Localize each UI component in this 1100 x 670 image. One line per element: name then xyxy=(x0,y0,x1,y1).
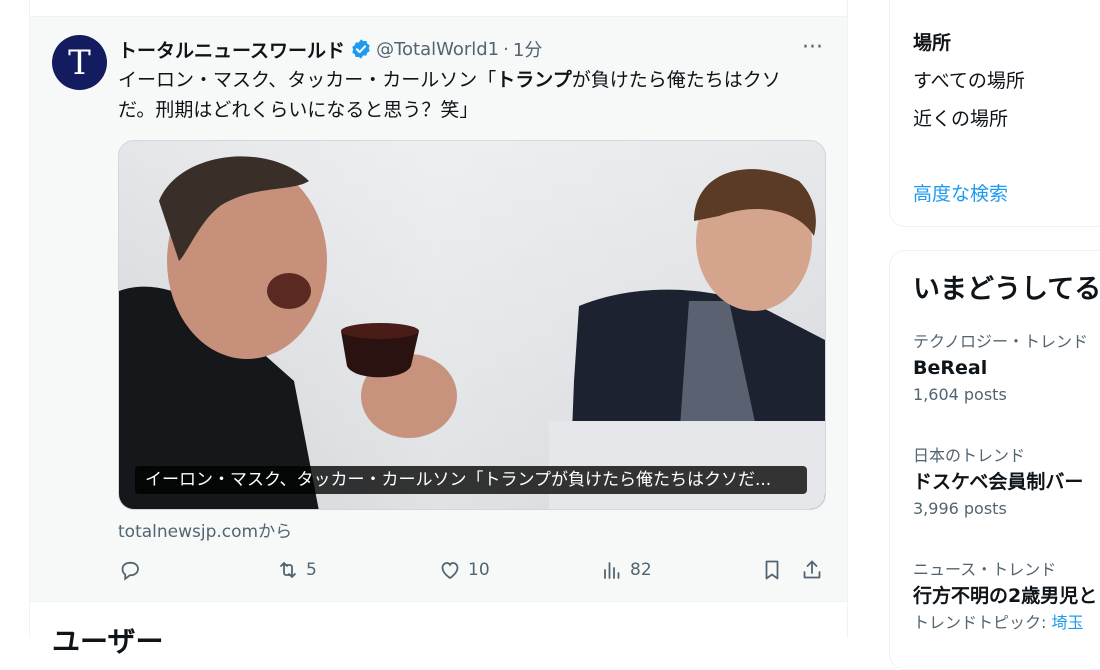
timestamp[interactable]: 1分 xyxy=(513,36,542,62)
views-chart-icon xyxy=(604,562,620,579)
right-sidebar: 場所 すべての場所 近くの場所 高度な検索 いまどうしてる？ テクノロジー・トレ… xyxy=(889,0,1100,670)
tweet-text-part: イーロン・マスク、タッカー・カールソン「 xyxy=(118,69,497,91)
author-handle[interactable]: @TotalWorld1 xyxy=(376,39,499,60)
verified-badge-icon xyxy=(352,39,370,59)
tweet-header: トータルニュースワールド @TotalWorld1 · 1分 xyxy=(118,36,542,63)
trends-title: いまどうしてる？ xyxy=(913,274,1100,305)
tweet-actions: 5 10 82 xyxy=(118,557,826,583)
timeline-column: T トータルニュースワールド @TotalWorld1 · 1分 ··· イーロ… xyxy=(29,0,848,658)
video-frame-illustration xyxy=(119,156,825,509)
trends-card: いまどうしてる？ テクノロジー・トレンド BeReal 1,604 posts … xyxy=(889,250,1100,670)
section-title: ユーザー xyxy=(52,625,164,658)
reply-button[interactable] xyxy=(118,557,148,583)
location-option-all[interactable]: すべての場所 xyxy=(913,66,1025,93)
link-source[interactable]: totalnewsjp.comから xyxy=(118,517,292,542)
location-option-near[interactable]: 近くの場所 xyxy=(913,104,1008,131)
reply-icon xyxy=(121,561,139,581)
previous-item-edge xyxy=(30,0,847,17)
tweet-text: イーロン・マスク、タッカー・カールソン「トランプが負けたら俺たちはクソだ。刑期は… xyxy=(118,65,818,125)
trend-topic-link[interactable]: 埼玉 xyxy=(1051,613,1083,632)
video-caption: イーロン・マスク、タッカー・カールソン「トランプが負けたら俺たちはクソだ... xyxy=(135,466,807,494)
trend-meta: 日本のトレンド xyxy=(913,446,1026,465)
trend-name: BeReal xyxy=(913,357,988,379)
bookmark-button[interactable] xyxy=(760,557,784,583)
trend-item[interactable]: 日本のトレンド ドスケベ会員制バー 3,996 posts xyxy=(913,445,1100,521)
trend-meta: ニュース・トレンド xyxy=(913,560,1057,579)
views-count: 82 xyxy=(630,560,652,580)
heart-icon xyxy=(441,562,459,580)
trend-item[interactable]: ニュース・トレンド 行方不明の2歳男児と トレンドトピック: 埼玉 xyxy=(913,559,1100,635)
retweet-button[interactable]: 5 xyxy=(276,557,317,583)
users-section: ユーザー xyxy=(30,603,847,658)
more-options-icon[interactable]: ··· xyxy=(802,37,823,59)
location-filter-card: 場所 すべての場所 近くの場所 高度な検索 xyxy=(889,0,1100,227)
share-icon xyxy=(803,560,821,579)
retweet-icon xyxy=(280,562,296,578)
retweet-count: 5 xyxy=(306,560,317,580)
author-name[interactable]: トータルニュースワールド xyxy=(118,36,345,63)
separator-dot: · xyxy=(503,38,509,60)
views-button[interactable]: 82 xyxy=(600,557,652,583)
trend-topic-prefix: トレンドトピック: xyxy=(913,613,1052,632)
bookmark-icon xyxy=(765,560,779,580)
like-count: 10 xyxy=(468,560,490,580)
tweet-text-bold: トランプ xyxy=(496,69,572,91)
trend-posts: 1,604 posts xyxy=(913,385,1007,404)
advanced-search-link[interactable]: 高度な検索 xyxy=(913,179,1008,206)
like-button[interactable]: 10 xyxy=(438,557,490,583)
trend-posts: トレンドトピック: 埼玉 xyxy=(913,611,1100,635)
avatar[interactable]: T xyxy=(52,35,107,90)
trend-meta: テクノロジー・トレンド xyxy=(913,332,1089,351)
trend-item[interactable]: テクノロジー・トレンド BeReal 1,604 posts xyxy=(913,331,1100,407)
tweet[interactable]: T トータルニュースワールド @TotalWorld1 · 1分 ··· イーロ… xyxy=(30,17,847,602)
location-heading: 場所 xyxy=(913,32,952,54)
trend-name: ドスケベ会員制バー xyxy=(913,471,1084,493)
trend-posts: 3,996 posts xyxy=(913,499,1007,518)
trend-name: 行方不明の2歳男児と xyxy=(913,585,1098,607)
share-button[interactable] xyxy=(800,557,824,583)
media-video[interactable]: イーロン・マスク、タッカー・カールソン「トランプが負けたら俺たちはクソだ... xyxy=(118,140,826,510)
